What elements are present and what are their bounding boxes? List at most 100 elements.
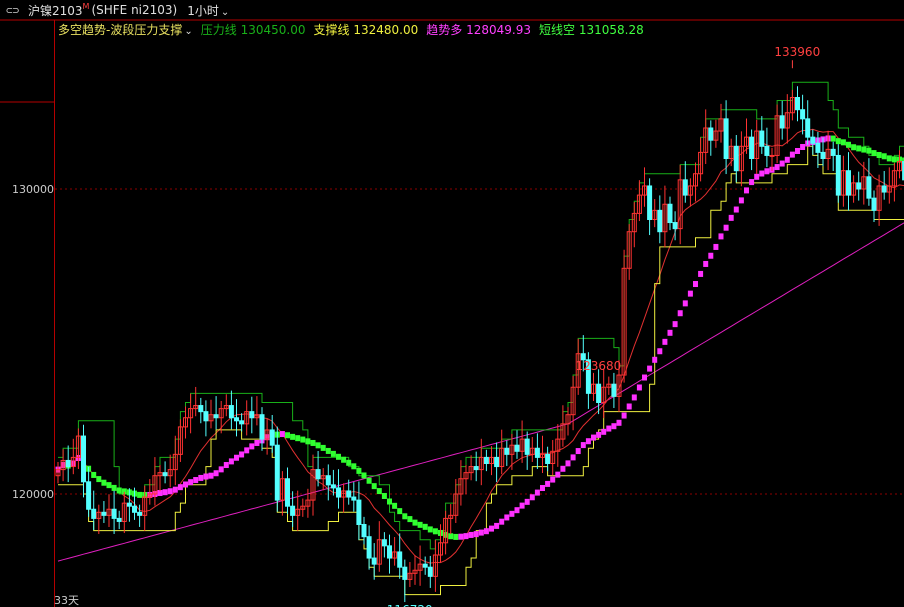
trend-marker — [208, 472, 214, 479]
trend-marker — [795, 147, 800, 154]
trend-marker — [499, 518, 505, 525]
candle-body — [504, 447, 510, 455]
candle-body — [101, 511, 107, 516]
candle-body — [759, 130, 765, 147]
candle-body — [769, 154, 775, 157]
period-label: 33天 — [54, 594, 79, 607]
trend-marker — [397, 508, 403, 515]
trend-marker — [106, 482, 112, 489]
trend-marker — [565, 460, 571, 467]
trend-marker — [167, 488, 173, 495]
trend-marker — [540, 485, 545, 492]
candle-body — [800, 109, 806, 120]
trend-marker — [285, 432, 290, 439]
trend-marker — [356, 467, 362, 474]
candle-body — [545, 453, 551, 465]
trend-marker — [545, 480, 551, 487]
trend-marker — [891, 156, 897, 163]
trend-marker — [555, 471, 561, 478]
candle-body — [249, 411, 255, 419]
trend-marker — [642, 374, 647, 381]
trend-marker — [682, 300, 688, 307]
annotations: 123680 116720 133960 — [387, 45, 820, 607]
trend-marker — [866, 147, 872, 154]
candle-body — [325, 475, 331, 486]
candle-body — [371, 557, 377, 565]
candle-body — [672, 222, 678, 230]
y-tick-label: 130000 — [12, 183, 54, 196]
candle-body — [132, 505, 137, 513]
trend-marker — [198, 474, 204, 481]
candle-body — [285, 478, 290, 507]
trend-marker — [341, 456, 347, 463]
candle-body — [473, 466, 479, 471]
trend-marker — [427, 526, 433, 533]
red-ma-line — [57, 128, 904, 564]
candle-body — [708, 127, 714, 141]
candle-body — [116, 517, 122, 522]
candlesticks — [55, 86, 904, 595]
trend-marker — [218, 466, 224, 473]
trend-marker — [886, 155, 892, 162]
candle-body — [427, 566, 433, 577]
trend-marker — [570, 454, 576, 461]
trend-marker — [346, 459, 352, 466]
candle-body — [764, 145, 770, 156]
trend-marker — [744, 187, 749, 194]
trend-marker — [193, 477, 199, 484]
candle-body — [111, 508, 117, 519]
trend-marker — [703, 260, 709, 267]
candle-body — [835, 154, 841, 196]
trend-marker — [290, 433, 296, 440]
trend-marker — [774, 164, 780, 171]
trend-marker — [596, 431, 602, 438]
trend-marker — [667, 329, 673, 336]
trend-marker — [91, 471, 97, 478]
trend-marker — [458, 533, 464, 540]
trend-marker — [101, 479, 107, 486]
trend-marker — [407, 516, 413, 523]
trend-marker — [228, 458, 234, 465]
trend-marker — [213, 470, 219, 477]
trend-marker — [504, 514, 510, 521]
trend-marker — [279, 431, 285, 438]
trend-marker — [657, 348, 663, 355]
trend-marker — [846, 141, 851, 148]
trend-marker — [789, 151, 795, 158]
trend-marker — [723, 224, 729, 231]
trend-marker — [183, 481, 188, 488]
trend-marker — [800, 144, 806, 151]
candle-body — [402, 566, 408, 580]
trend-marker — [524, 498, 530, 505]
candle-body — [366, 536, 372, 559]
trend-marker — [483, 528, 489, 535]
trend-marker — [381, 492, 387, 499]
candle-body — [162, 472, 168, 477]
trend-marker — [881, 153, 887, 160]
trend-marker — [330, 450, 336, 457]
candle-body — [514, 444, 520, 452]
trend-marker — [718, 233, 724, 240]
trend-marker — [784, 156, 790, 163]
trend-marker — [601, 428, 607, 435]
trend-marker — [376, 488, 382, 495]
candle-body — [346, 490, 352, 498]
trend-marker — [371, 483, 377, 490]
candle-body — [422, 563, 428, 568]
candle-body — [846, 170, 851, 196]
candle-body — [269, 429, 275, 446]
trend-marker — [203, 473, 209, 480]
trend-marker — [698, 270, 704, 277]
trend-marker — [254, 439, 260, 446]
candle-body — [596, 383, 602, 404]
trend-marker — [392, 502, 398, 509]
trend-marker — [244, 447, 250, 454]
candle-body — [881, 185, 887, 193]
trend-marker — [585, 438, 591, 445]
price-chart[interactable]: 120000 130000 123680 116720 133960 33天 — [0, 0, 904, 607]
trend-marker — [519, 502, 525, 509]
trend-marker — [779, 160, 785, 167]
trend-marker — [764, 168, 770, 175]
trend-marker — [550, 476, 556, 483]
trend-marker — [611, 423, 617, 430]
